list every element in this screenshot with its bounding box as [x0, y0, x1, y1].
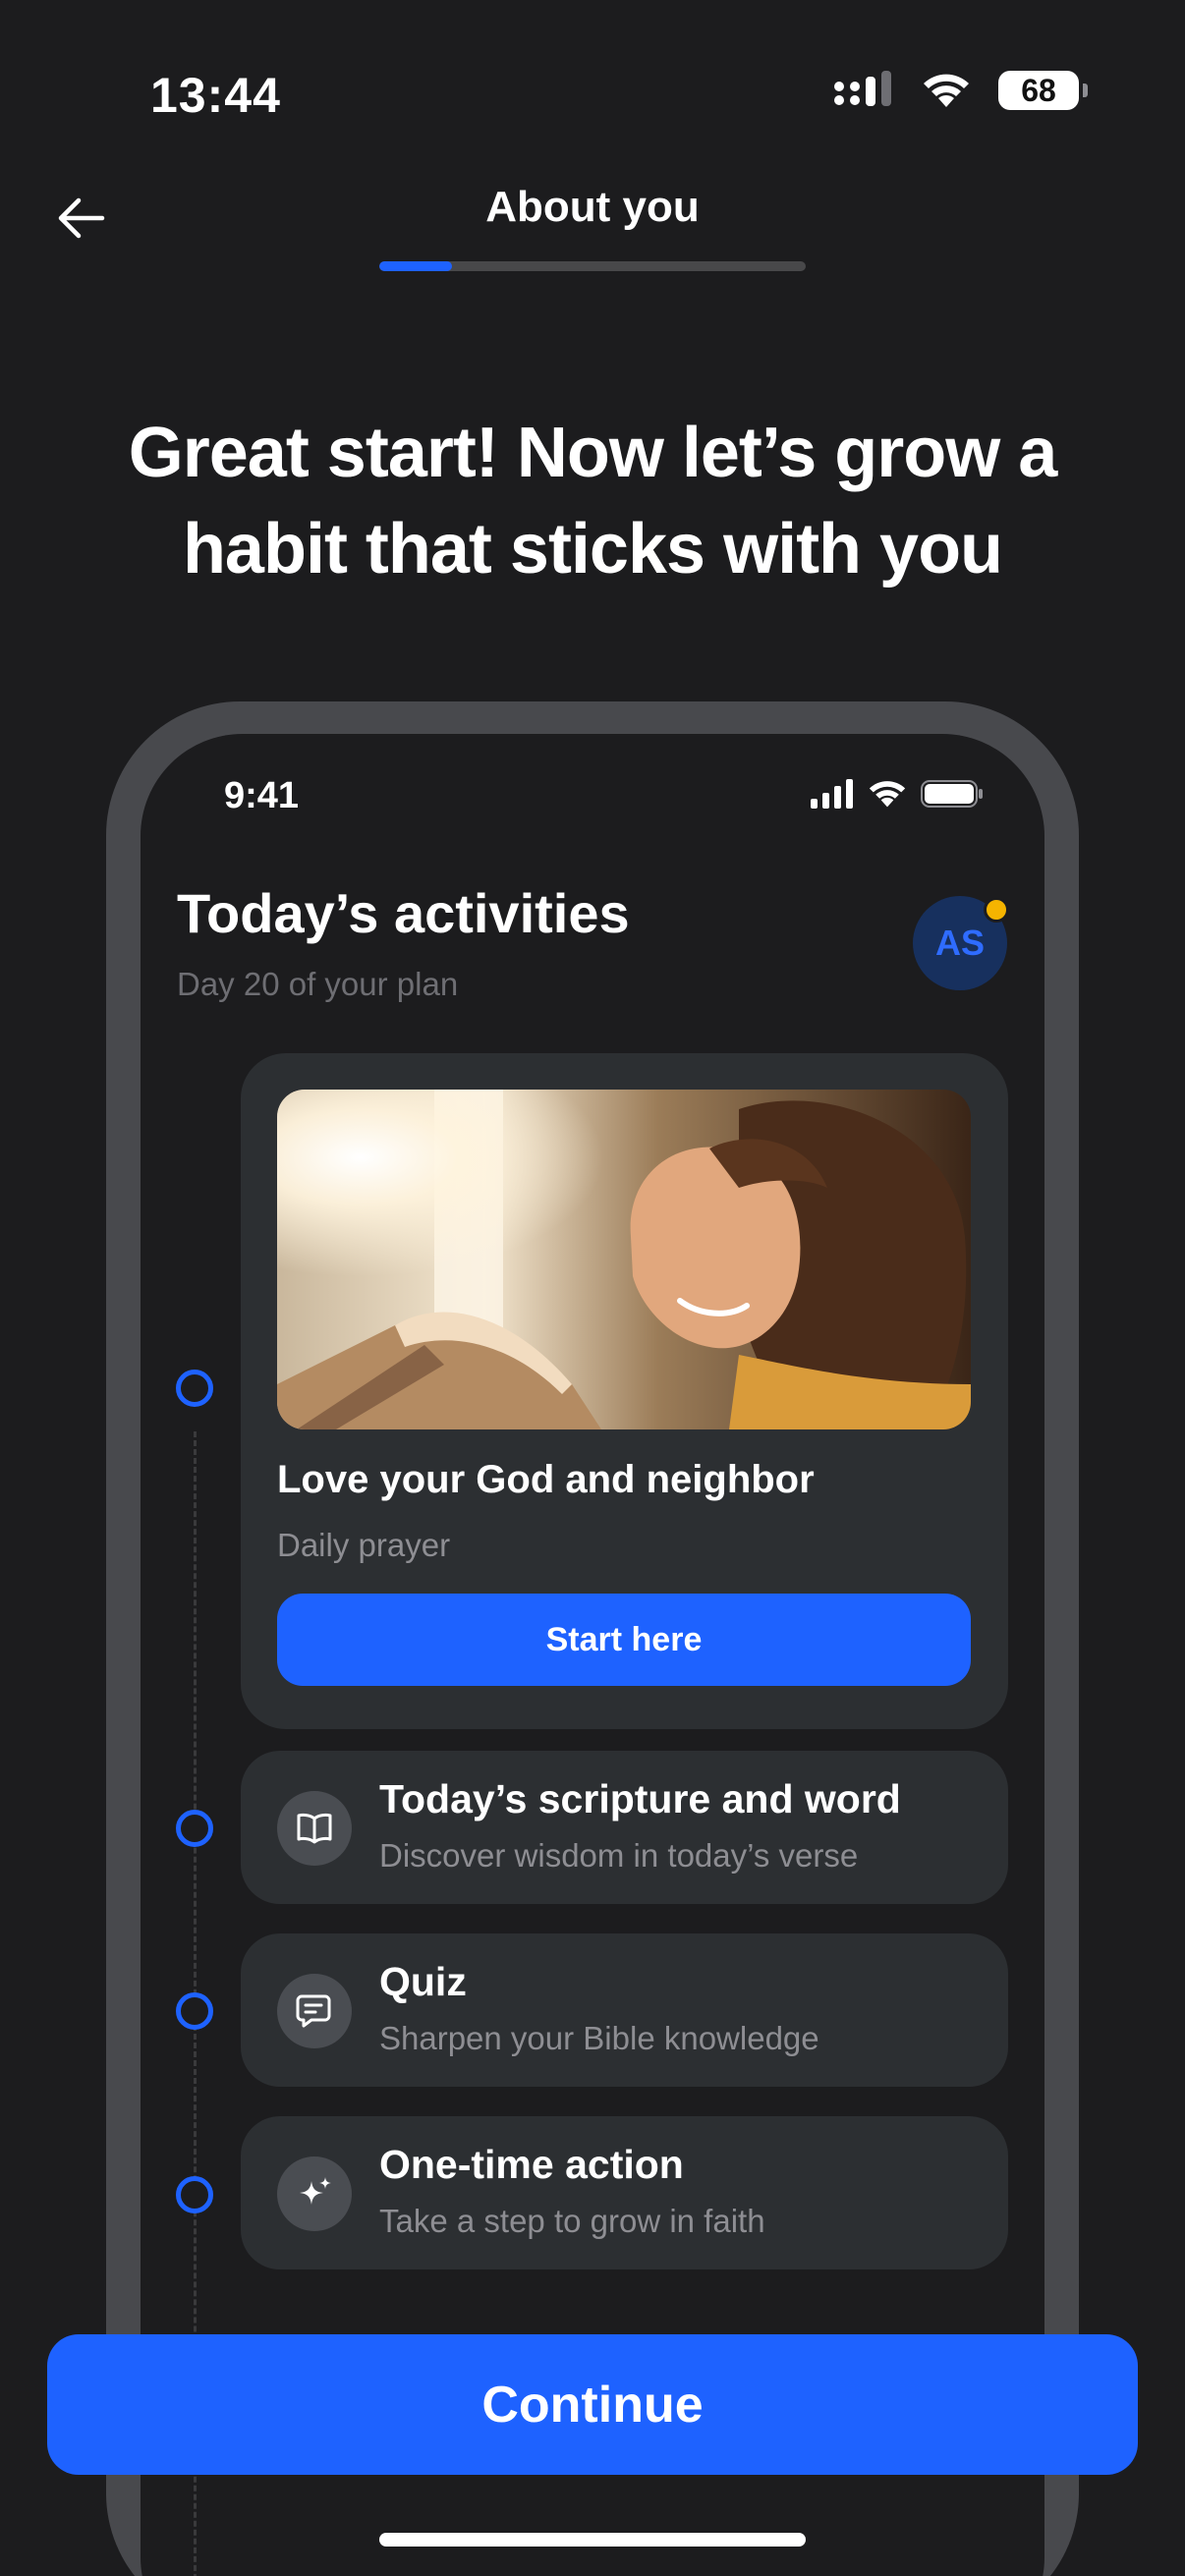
home-indicator: [379, 2533, 806, 2547]
progress-bar-fill: [379, 261, 452, 271]
battery-indicator: 68: [998, 71, 1088, 110]
activities-title: Today’s activities: [177, 882, 630, 944]
sparkle-icon: [277, 2156, 352, 2231]
activity-subtitle: Take a step to grow in faith: [379, 2203, 765, 2239]
activity-title: Today’s scripture and word: [379, 1776, 901, 1821]
activity-subtitle: Sharpen your Bible knowledge: [379, 2020, 819, 2056]
status-icons: 68: [833, 71, 1088, 110]
activity-card-scripture[interactable]: Today’s scripture and word Discover wisd…: [241, 1751, 1008, 1904]
cellular-signal-icon: [834, 71, 891, 106]
featured-title: Love your God and neighbor: [277, 1458, 815, 1501]
timeline-node: [176, 2176, 213, 2213]
quiz-icon: [277, 1974, 352, 2048]
wifi-icon: [869, 781, 906, 808]
activities-subtitle: Day 20 of your plan: [177, 966, 459, 1002]
woman-reading-illustration: [277, 1090, 971, 1429]
activity-card-quiz[interactable]: Quiz Sharpen your Bible knowledge: [241, 1933, 1008, 2087]
book-icon: [277, 1791, 352, 1866]
activity-title: Quiz: [379, 1959, 467, 2004]
phone-mockup: 9:41 Today’s activities Day 20 of your p…: [106, 701, 1079, 2576]
timeline-node: [176, 1810, 213, 1847]
activity-card-action[interactable]: One-time action Take a step to grow in f…: [241, 2116, 1008, 2269]
onboarding-progress-bar: [379, 261, 806, 271]
featured-subtitle: Daily prayer: [277, 1527, 451, 1563]
wifi-icon: [924, 74, 969, 107]
timeline-node: [176, 1992, 213, 2030]
notification-dot: [984, 897, 1009, 923]
page-title: About you: [485, 183, 700, 231]
phone-screen: 9:41 Today’s activities Day 20 of your p…: [141, 734, 1044, 2576]
headline: Great start! Now let’s grow a habit that…: [128, 414, 1058, 588]
battery-icon: [921, 780, 983, 808]
status-time: 13:44: [150, 68, 281, 123]
timeline-node: [176, 1370, 213, 1407]
prayer-photo: [277, 1090, 971, 1429]
featured-activity-card: Love your God and neighbor Daily prayer …: [241, 1053, 1008, 1729]
start-here-button[interactable]: Start here: [277, 1594, 971, 1686]
activity-subtitle: Discover wisdom in today’s verse: [379, 1837, 859, 1874]
cellular-signal-icon: [811, 779, 853, 809]
continue-button[interactable]: Continue: [47, 2334, 1138, 2475]
preview-status-time: 9:41: [224, 775, 300, 816]
preview-status-icons: [811, 779, 984, 809]
activity-title: One-time action: [379, 2142, 684, 2187]
